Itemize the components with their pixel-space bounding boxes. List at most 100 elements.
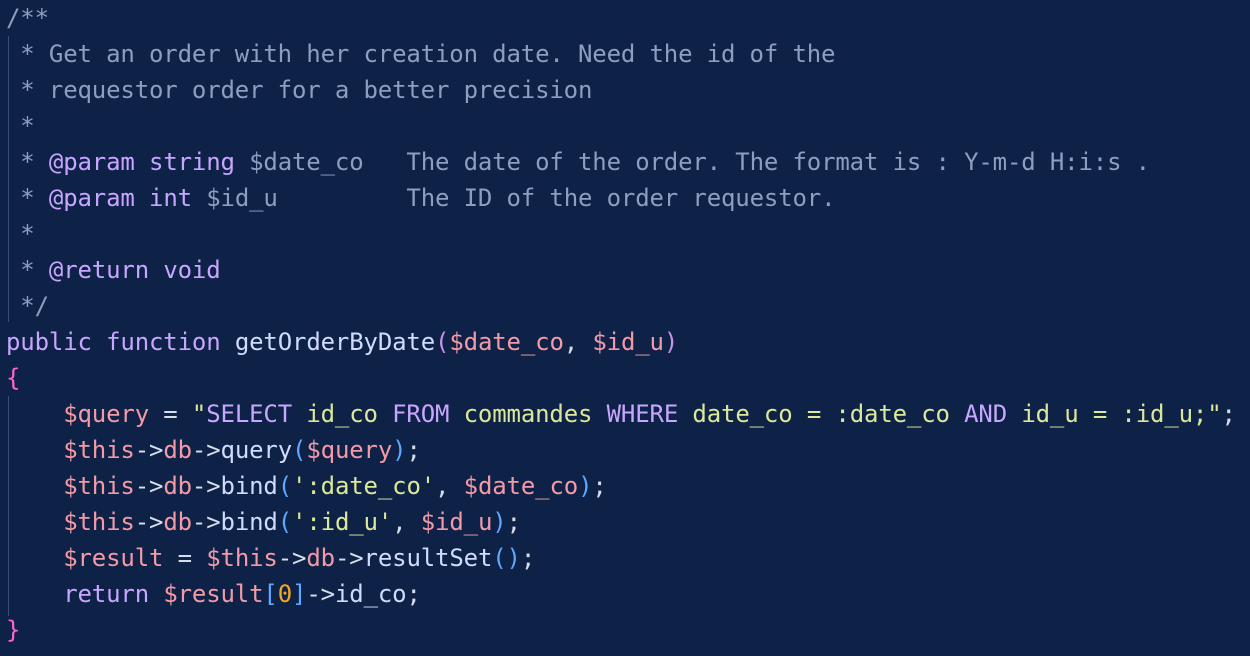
code-token: $query — [63, 400, 149, 428]
code-token: ; — [1221, 400, 1236, 428]
code-token: , — [563, 328, 593, 356]
code-token: ] — [292, 580, 307, 608]
code-token: FROM — [392, 400, 450, 428]
code-line: $query = "SELECT id_co FROM commandes WH… — [6, 396, 1236, 432]
code-line: /** — [6, 0, 49, 36]
code-token: SELECT — [206, 400, 293, 428]
code-token: -> — [191, 472, 221, 500]
code-token: ; — [406, 436, 421, 464]
code-token: = — [149, 400, 192, 428]
code-token: [ — [263, 580, 278, 608]
code-token: $id_u — [420, 508, 493, 536]
code-token: db — [163, 436, 192, 464]
code-token: public — [6, 328, 92, 356]
code-token: ) — [578, 472, 593, 500]
code-token: $result — [63, 544, 164, 572]
code-token: $this — [63, 472, 135, 500]
code-line: $result = $this->db->resultSet(); — [6, 540, 535, 576]
code-token: AND — [964, 400, 1008, 428]
code-token: @return — [48, 256, 150, 284]
code-token: " — [191, 400, 207, 428]
code-line: } — [6, 612, 20, 648]
code-token: db — [163, 508, 192, 536]
code-token: $query — [306, 436, 393, 464]
code-token: $this — [206, 544, 278, 572]
code-line: public function getOrderByDate($date_co,… — [6, 324, 678, 360]
code-token: void — [163, 256, 221, 284]
code-token: WHERE — [606, 400, 679, 428]
code-line: * — [6, 216, 35, 252]
code-token: * — [6, 148, 49, 176]
code-token: $this — [63, 436, 135, 464]
code-token: commandes — [449, 400, 607, 428]
code-token: ':id_u' — [292, 508, 393, 536]
code-token: -> — [134, 436, 164, 464]
code-line: return $result[0]->id_co; — [6, 576, 421, 612]
code-token: ( — [277, 472, 293, 500]
code-token: $date_co The date of the order. The form… — [234, 148, 1150, 176]
code-token: int — [149, 184, 192, 212]
code-token: ) — [392, 436, 407, 464]
code-token: return — [63, 580, 149, 608]
code-token: string — [149, 148, 235, 176]
code-token: * — [6, 220, 35, 248]
code-token: * Get an order with her creation date. N… — [6, 40, 836, 68]
code-token: db — [163, 472, 192, 500]
code-token: $result — [163, 580, 264, 608]
code-token: resultSet — [363, 544, 493, 572]
code-token: -> — [306, 580, 335, 608]
code-token: bind — [220, 508, 278, 536]
code-token: @param — [48, 184, 135, 212]
code-line: $this->db->bind(':date_co', $date_co); — [6, 468, 607, 504]
code-token: ; — [406, 580, 421, 608]
code-token: */ — [6, 292, 49, 320]
code-token: ; — [506, 508, 521, 536]
code-line: * — [6, 108, 35, 144]
code-line: * @return void — [6, 252, 221, 288]
code-line: * @param string $date_co The date of the… — [6, 144, 1150, 180]
code-token: $id_u — [592, 328, 664, 356]
code-token: ; — [520, 544, 536, 572]
code-token: { — [6, 364, 21, 392]
code-token: ':date_co' — [292, 472, 436, 500]
code-token: id_u = :id_u;" — [1007, 400, 1222, 428]
code-token: 0 — [277, 580, 293, 608]
code-line: $this->db->query($query); — [6, 432, 421, 468]
code-token: -> — [191, 508, 221, 536]
code-token: -> — [277, 544, 307, 572]
code-token: * — [6, 256, 49, 284]
code-token: $id_u The ID of the order requestor. — [191, 184, 836, 212]
code-token: * requestor order for a better precision — [6, 76, 593, 104]
code-token: -> — [191, 436, 221, 464]
code-token: , — [435, 472, 464, 500]
code-token: id_co — [334, 580, 407, 608]
code-token: /** — [6, 4, 49, 32]
code-token: @param — [48, 148, 135, 176]
code-token: $date_co — [449, 328, 564, 356]
code-token: date_co = :date_co — [678, 400, 965, 428]
code-token: } — [6, 616, 21, 644]
code-editor[interactable]: /** * Get an order with her creation dat… — [0, 0, 1250, 656]
code-line: $this->db->bind(':id_u', $id_u); — [6, 504, 521, 540]
code-token: -> — [134, 508, 164, 536]
code-token: * — [6, 112, 35, 140]
code-token: , — [392, 508, 421, 536]
code-token: ( — [435, 328, 450, 356]
code-token: ) — [663, 328, 679, 356]
code-token: query — [220, 436, 293, 464]
code-token: id_co — [292, 400, 393, 428]
code-token: bind — [220, 472, 278, 500]
code-line: * @param int $id_u The ID of the order r… — [6, 180, 835, 216]
code-token: = — [163, 544, 207, 572]
code-token: -> — [134, 472, 164, 500]
